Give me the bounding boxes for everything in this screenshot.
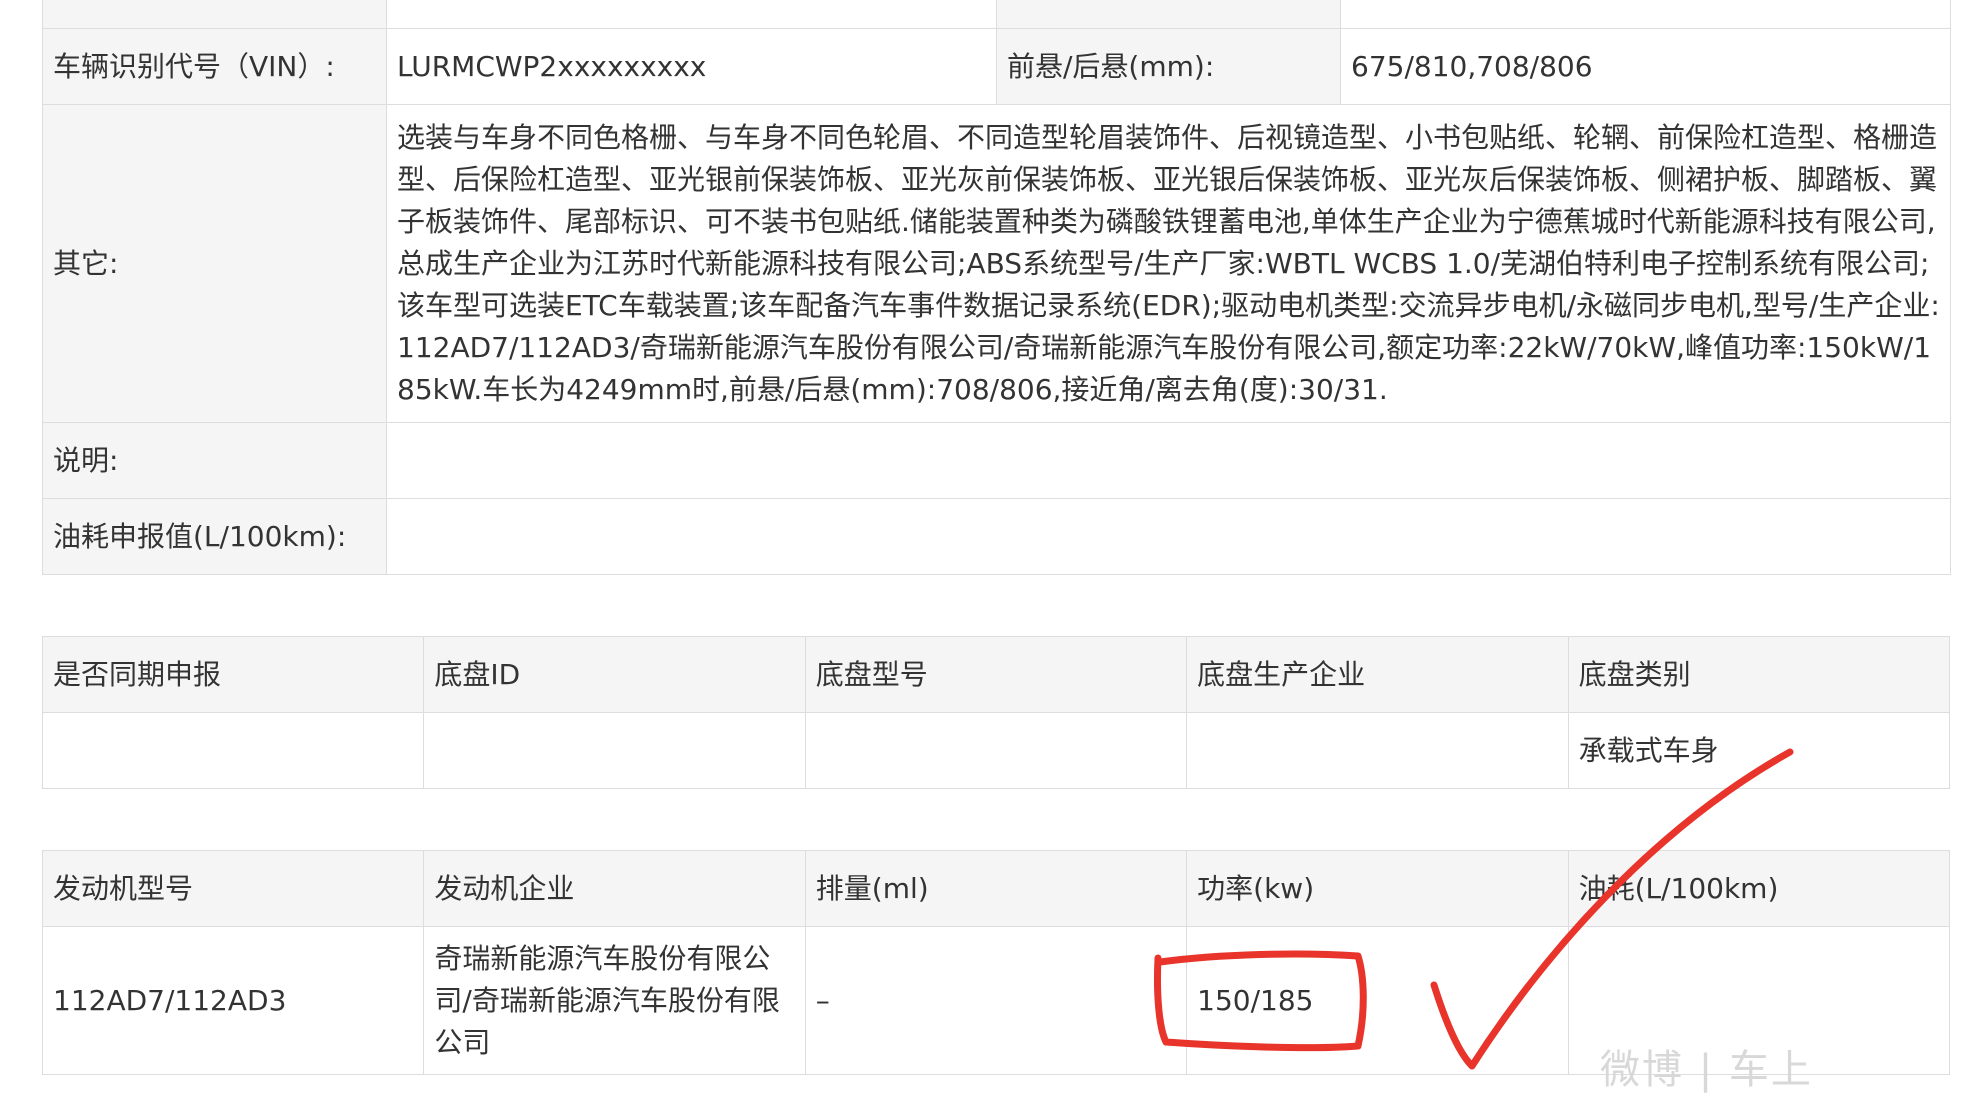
engine-header-maker: 发动机企业 bbox=[423, 850, 806, 927]
table-row: 油耗申报值(L/100km): bbox=[42, 498, 1951, 575]
chassis-type-cell: 承载式车身 bbox=[1567, 712, 1951, 789]
spec-label bbox=[42, 0, 387, 29]
spec-label bbox=[996, 0, 1341, 29]
spec-value bbox=[386, 0, 997, 29]
vin-label: 车辆识别代号（VIN）: bbox=[42, 28, 387, 105]
engine-header-displacement: 排量(ml) bbox=[804, 850, 1188, 927]
fuel-value bbox=[386, 498, 1951, 575]
chassis-header-sync: 是否同期申报 bbox=[41, 636, 425, 713]
chassis-cell bbox=[41, 712, 425, 789]
engine-header-power: 功率(kw) bbox=[1186, 850, 1569, 927]
engine-displacement-cell: – bbox=[804, 926, 1188, 1075]
table-row: 说明: bbox=[42, 422, 1951, 499]
chassis-header-type: 底盘类别 bbox=[1567, 636, 1951, 713]
chassis-header-maker: 底盘生产企业 bbox=[1186, 636, 1569, 713]
table-row: 承载式车身 bbox=[41, 712, 1951, 789]
table-header-row: 发动机型号 发动机企业 排量(ml) 功率(kw) 油耗(L/100km) bbox=[41, 850, 1951, 927]
table-header-row: 是否同期申报 底盘ID 底盘型号 底盘生产企业 底盘类别 bbox=[41, 636, 1951, 713]
chassis-cell bbox=[1186, 712, 1569, 789]
other-value: 选装与车身不同色格栅、与车身不同色轮眉、不同造型轮眉装饰件、后视镜造型、小书包贴… bbox=[386, 104, 1951, 423]
table-row bbox=[42, 0, 1951, 29]
other-label: 其它: bbox=[42, 104, 387, 423]
engine-model-cell: 112AD7/112AD3 bbox=[41, 926, 425, 1075]
table-row: 其它: 选装与车身不同色格栅、与车身不同色轮眉、不同造型轮眉装饰件、后视镜造型、… bbox=[42, 104, 1951, 423]
fuel-label: 油耗申报值(L/100km): bbox=[42, 498, 387, 575]
chassis-cell bbox=[804, 712, 1188, 789]
table-row: 车辆识别代号（VIN）: LURMCWP2xxxxxxxxx 前悬/后悬(mm)… bbox=[42, 28, 1951, 105]
chassis-cell bbox=[423, 712, 806, 789]
note-label: 说明: bbox=[42, 422, 387, 499]
chassis-header-model: 底盘型号 bbox=[804, 636, 1188, 713]
spec-value bbox=[1340, 0, 1951, 29]
watermark: 微博 | 车上 bbox=[1600, 1047, 1813, 1093]
engine-power-cell: 150/185 bbox=[1186, 926, 1569, 1075]
engine-header-model: 发动机型号 bbox=[41, 850, 425, 927]
chassis-header-id: 底盘ID bbox=[423, 636, 806, 713]
engine-header-fuel: 油耗(L/100km) bbox=[1567, 850, 1951, 927]
chassis-table: 是否同期申报 底盘ID 底盘型号 底盘生产企业 底盘类别 承载式车身 bbox=[41, 636, 1951, 789]
engine-maker-cell: 奇瑞新能源汽车股份有限公司/奇瑞新能源汽车股份有限公司 bbox=[423, 926, 806, 1075]
note-value bbox=[386, 422, 1951, 499]
overhang-label: 前悬/后悬(mm): bbox=[996, 28, 1341, 105]
spec-table: 车辆识别代号（VIN）: LURMCWP2xxxxxxxxx 前悬/后悬(mm)… bbox=[42, 0, 1951, 575]
overhang-value: 675/810,708/806 bbox=[1340, 28, 1951, 105]
vin-value: LURMCWP2xxxxxxxxx bbox=[386, 28, 997, 105]
